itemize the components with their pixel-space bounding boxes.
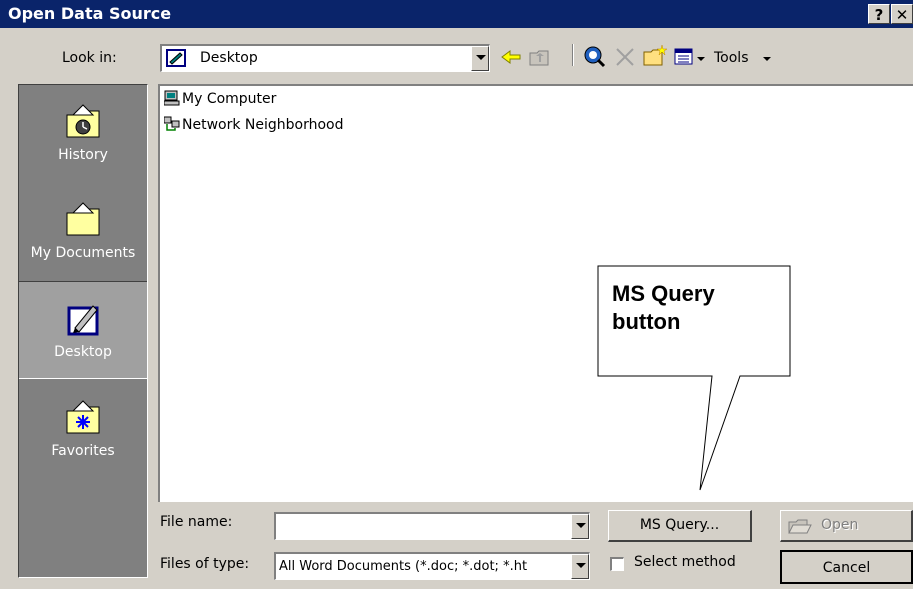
callout-line-1: MS Query bbox=[612, 281, 715, 306]
callout-balloon bbox=[597, 265, 791, 491]
files-of-type-value: All Word Documents (*.doc; *.dot; *.ht bbox=[279, 559, 528, 574]
select-method-label[interactable]: Select method bbox=[634, 554, 736, 570]
ms-query-button[interactable]: MS Query... bbox=[608, 510, 752, 542]
file-name-label: File name: bbox=[160, 514, 233, 530]
open-data-source-dialog: Open Data Source ? ✕ Look in: Desktop To… bbox=[0, 0, 913, 589]
files-of-type-dropdown-button[interactable] bbox=[571, 554, 589, 579]
files-of-type-combo[interactable]: All Word Documents (*.doc; *.dot; *.ht bbox=[274, 552, 590, 580]
callout-line-2: button bbox=[612, 309, 681, 334]
open-button-label: Open bbox=[821, 517, 859, 533]
callout-text: MS Query button bbox=[612, 280, 715, 336]
open-button[interactable]: Open bbox=[780, 510, 913, 542]
files-of-type-label: Files of type: bbox=[160, 556, 250, 572]
file-name-dropdown-button[interactable] bbox=[571, 514, 589, 539]
select-method-checkbox[interactable] bbox=[610, 557, 624, 571]
open-folder-icon bbox=[788, 519, 812, 534]
cancel-button[interactable]: Cancel bbox=[780, 550, 913, 584]
file-name-combo[interactable] bbox=[274, 512, 590, 540]
